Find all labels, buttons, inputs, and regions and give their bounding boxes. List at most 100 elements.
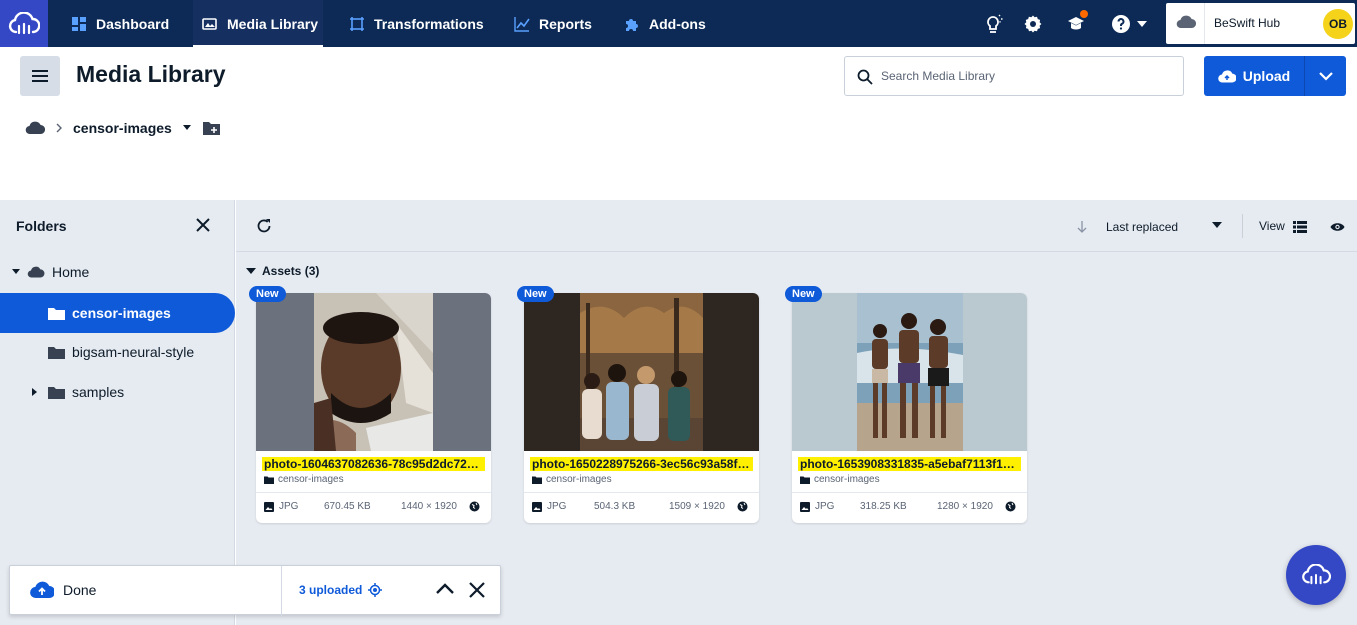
tips-lightbulb-icon[interactable] [980,0,1006,47]
divider [1204,3,1205,44]
asset-dimensions: 1509 × 1920 [669,501,725,512]
assets-panel: Last replaced View Assets (3) New photo-… [236,200,1357,625]
expand-down-icon[interactable] [11,269,21,275]
asset-format: JPG [264,501,298,512]
tree-item-home[interactable]: Home [0,252,235,292]
asset-card[interactable]: New photo-1653908331835-a5ebaf7113f1_s..… [785,286,1027,523]
chevron-down-icon[interactable] [1212,222,1222,228]
asset-folder: censor-images [264,474,344,485]
account-name: BeSwift Hub [1214,16,1281,30]
image-icon [532,501,542,512]
new-badge: New [785,286,822,302]
search-icon [857,69,873,85]
upload-status-toast: Done 3 uploaded [9,565,501,616]
asset-thumbnail[interactable] [256,293,491,451]
nav-label: Reports [539,15,592,32]
image-icon [800,501,810,512]
folder-icon [264,476,274,484]
list-view-icon[interactable] [1293,221,1307,233]
asset-filename[interactable]: photo-1604637082636-78c95d2dc728_... [262,457,485,471]
folder-icon [800,476,810,484]
asset-thumbnail[interactable] [792,293,1027,451]
tree-item-bigsam-neural-style[interactable]: bigsam-neural-style [0,332,235,372]
asset-filename[interactable]: photo-1650228975266-3ec56c93a58f_... [530,457,753,471]
collapse-down-icon [246,268,256,274]
sort-direction-icon[interactable] [1077,221,1087,233]
eye-icon[interactable] [1330,222,1345,232]
uploaded-count-link[interactable]: 3 uploaded [299,583,383,597]
chevron-down-icon [1318,71,1333,81]
uploaded-count: 3 uploaded [299,583,363,597]
learning-hat-icon[interactable] [1062,0,1090,47]
close-icon[interactable] [469,582,485,598]
upload-label: Upload [1242,68,1291,84]
cloud-upload-icon [30,581,54,599]
cloud-icon [1176,15,1196,29]
folder-icon [48,346,65,359]
upload-button[interactable]: Upload [1204,56,1304,96]
public-globe-icon [469,501,480,512]
transform-frame-icon [350,16,364,31]
divider [256,492,491,493]
hamburger-icon [32,70,48,82]
asset-card[interactable]: New photo-1650228975266-3ec56c93a58f_...… [517,286,759,523]
nav-transformations[interactable]: Transformations [349,0,484,47]
sort-select[interactable]: Last replaced [1106,220,1178,234]
nav-dashboard[interactable]: Dashboard [71,0,169,47]
asset-format-label: JPG [279,501,299,512]
dashboard-grid-icon [72,16,86,31]
search-input[interactable] [881,65,1171,87]
asset-folder: censor-images [532,474,612,485]
tree-item-censor-images[interactable]: censor-images [0,293,235,333]
avatar[interactable]: OB [1323,9,1353,39]
upload-options-button[interactable] [1305,56,1346,96]
new-folder-icon[interactable] [202,120,222,136]
settings-gear-icon[interactable] [1020,0,1046,47]
asset-folder-label: censor-images [814,474,880,485]
cloudinary-logo-icon[interactable] [0,0,48,47]
locate-target-icon [368,583,383,597]
asset-size: 670.45 KB [324,501,371,512]
menu-toggle-button[interactable] [20,56,60,96]
asset-format-label: JPG [547,501,567,512]
asset-format: JPG [532,501,566,512]
tree-item-label: bigsam-neural-style [72,344,195,360]
asset-thumbnail[interactable] [524,293,759,451]
asset-card[interactable]: New photo-1604637082636-78c95d2dc728_...… [249,286,491,523]
help-question-icon [1112,14,1130,33]
asset-filename[interactable]: photo-1653908331835-a5ebaf7113f1_s... [798,457,1021,471]
close-icon[interactable] [196,218,210,232]
chevron-down-icon[interactable] [182,125,192,131]
new-badge: New [517,286,554,302]
tree-item-samples[interactable]: samples [0,372,235,412]
view-label[interactable]: View [1259,219,1285,233]
search-box[interactable] [844,56,1184,96]
nav-label: Add-ons [649,15,706,32]
account-switcher[interactable]: BeSwift Hub OB [1166,3,1355,44]
cloudinary-logo-icon [1302,564,1331,585]
assets-heading: Assets (3) [262,264,320,278]
upload-button-group: Upload [1204,56,1346,96]
nav-add-ons[interactable]: Add-ons [624,0,706,47]
help-menu-button[interactable] [1108,0,1150,47]
divider [792,492,1027,493]
nav-media-library[interactable]: Media Library [193,0,323,47]
asset-size: 504.3 KB [594,501,636,512]
image-gallery-icon [202,17,217,30]
nav-reports[interactable]: Reports [514,0,592,47]
assets-section-toggle[interactable]: Assets (3) [246,264,319,278]
refresh-icon[interactable] [256,218,272,234]
expand-right-icon[interactable] [32,387,38,397]
cloud-home-icon[interactable] [25,121,45,135]
breadcrumb-current-folder[interactable]: censor-images [73,120,172,136]
page-title: Media Library [76,61,226,87]
chevron-up-icon[interactable] [436,583,454,595]
folder-icon [532,476,542,484]
asset-dimensions: 1280 × 1920 [937,501,993,512]
breadcrumb: censor-images [25,117,222,139]
notification-dot [1080,10,1088,18]
image-icon [264,501,274,512]
tree-item-label: censor-images [72,305,171,321]
cloud-upload-icon [1218,69,1236,83]
assistant-fab-button[interactable] [1286,545,1346,605]
